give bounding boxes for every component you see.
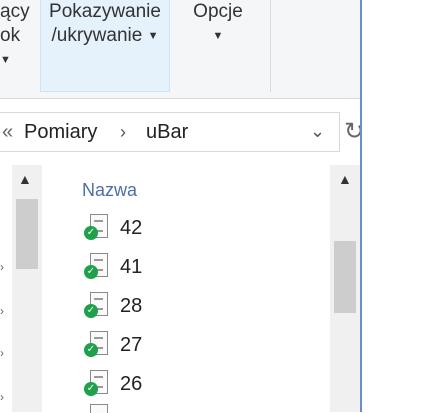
- file-name: 42: [120, 216, 143, 239]
- show-hide-button[interactable]: Pokazywanie /ukrywanie ▼: [40, 0, 170, 92]
- history-dropdown-icon[interactable]: ⌄: [310, 121, 325, 142]
- synced-file-icon: ✓: [84, 214, 110, 242]
- list-item[interactable]: ✓ 41: [84, 250, 142, 284]
- navigation-pane: › › › › ▲: [0, 165, 44, 412]
- show-hide-line1: Pokazywanie: [49, 1, 161, 22]
- expand-chevron-icon[interactable]: ›: [0, 261, 4, 273]
- refresh-icon[interactable]: ↻: [344, 114, 360, 150]
- file-name: 26: [120, 372, 143, 395]
- scrollbar-thumb[interactable]: [334, 241, 356, 313]
- dropdown-caret-icon: ▼: [0, 54, 11, 66]
- ribbon-button-partial[interactable]: ący ok ▼: [0, 0, 36, 92]
- scroll-up-icon[interactable]: ▲: [18, 171, 32, 187]
- synced-file-icon: ✓: [84, 370, 110, 398]
- ribbon-divider: [270, 0, 271, 92]
- navigation-scrollbar[interactable]: ▲: [12, 165, 42, 412]
- ribbon: ący ok ▼ Pokazywanie /ukrywanie ▼ Opcje …: [0, 0, 360, 99]
- synced-file-icon: ✓: [84, 253, 110, 281]
- synced-file-icon: ✓: [84, 331, 110, 359]
- list-item[interactable]: ✓ 27: [84, 328, 142, 362]
- ribbon-button-partial-line2: ok: [0, 25, 21, 46]
- column-header-name[interactable]: Nazwa: [82, 180, 137, 201]
- expand-chevron-icon[interactable]: ›: [0, 391, 4, 403]
- scrollbar-thumb[interactable]: [16, 199, 38, 269]
- scroll-up-icon[interactable]: ▲: [338, 171, 352, 187]
- file-name: 41: [120, 255, 143, 278]
- address-bar[interactable]: « Pomiary › uBar ⌄: [0, 112, 340, 152]
- breadcrumb-ubar[interactable]: uBar: [146, 121, 188, 144]
- ribbon-button-partial-line1: ący: [0, 1, 30, 22]
- file-list-scrollbar[interactable]: ▲: [330, 165, 360, 412]
- list-item[interactable]: ✓ 26: [84, 367, 142, 401]
- file-name: 28: [120, 294, 143, 317]
- expand-chevron-icon[interactable]: ›: [0, 305, 4, 317]
- options-label: Opcje: [193, 1, 243, 22]
- synced-file-icon: ✓: [84, 292, 110, 320]
- dropdown-caret-icon: ▼: [147, 30, 159, 42]
- list-item[interactable]: ✓ 28: [84, 289, 142, 323]
- breadcrumb-separator-icon[interactable]: ›: [120, 122, 126, 143]
- options-button[interactable]: Opcje ▼: [180, 0, 256, 92]
- show-hide-line2: /ukrywanie: [51, 25, 143, 47]
- expand-chevron-icon[interactable]: ›: [0, 347, 4, 359]
- breadcrumb-pomiary[interactable]: Pomiary: [24, 121, 97, 144]
- dropdown-caret-icon: ▼: [212, 30, 224, 42]
- desktop-background: [362, 0, 448, 412]
- file-name: 27: [120, 333, 143, 356]
- overflow-chevron-icon[interactable]: «: [2, 121, 13, 144]
- list-item[interactable]: ✓ 42: [84, 211, 142, 245]
